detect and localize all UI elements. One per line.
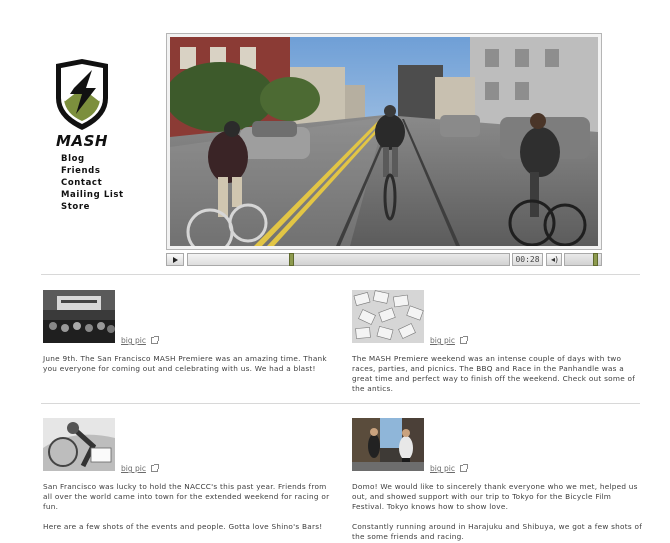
time-display: 00:28 <box>512 253 543 266</box>
nav-item-mailing-list[interactable]: Mailing List <box>61 189 124 201</box>
big-pic-link[interactable]: big pic <box>121 464 159 473</box>
post-thumbnail[interactable] <box>352 290 424 343</box>
nav-item-contact[interactable]: Contact <box>61 177 124 189</box>
premiere-marquee-image <box>43 290 115 343</box>
post-paragraph: June 9th. The San Francisco MASH Premier… <box>43 354 327 373</box>
big-pic-link[interactable]: big pic <box>121 336 159 345</box>
tokyo-riders-image <box>352 418 424 471</box>
big-pic-link[interactable]: big pic <box>430 464 468 473</box>
volume-slider[interactable] <box>564 253 602 266</box>
post-paragraph: The MASH Premiere weekend was an intense… <box>352 354 636 393</box>
post-text: The MASH Premiere weekend was an intense… <box>352 354 644 394</box>
big-pic-label: big pic <box>430 464 455 473</box>
post-thumbnail[interactable] <box>43 290 115 343</box>
external-link-icon <box>459 336 468 344</box>
post-thumbnail[interactable] <box>352 418 424 471</box>
post-text: San Francisco was lucky to hold the NACC… <box>43 482 335 532</box>
volume-handle[interactable] <box>593 253 598 266</box>
mash-logo[interactable]: MASH <box>52 58 112 150</box>
naccc-rider-image <box>43 418 115 471</box>
big-pic-label: big pic <box>121 464 146 473</box>
volume-icon: ◂) <box>551 255 559 264</box>
external-link-icon <box>459 464 468 472</box>
nav-item-friends[interactable]: Friends <box>61 165 124 177</box>
post-text: Domo! We would like to sincerely thank e… <box>352 482 644 542</box>
mash-shield-logo-icon <box>56 59 108 130</box>
big-pic-label: big pic <box>121 336 146 345</box>
seek-handle[interactable] <box>289 253 294 266</box>
post-paragraph: Domo! We would like to sincerely thank e… <box>352 482 638 511</box>
seek-bar[interactable] <box>187 253 510 266</box>
logo-wordmark: MASH <box>56 132 108 150</box>
post-text: June 9th. The San Francisco MASH Premier… <box>43 354 335 374</box>
news-item: big pic The MASH Premiere weekend was an… <box>352 290 642 400</box>
play-icon <box>173 257 178 263</box>
play-button[interactable] <box>166 253 184 266</box>
news-item: big pic San Francisco was lucky to hold … <box>43 418 333 543</box>
main-nav: Blog Friends Contact Mailing List Store <box>61 153 124 213</box>
external-link-icon <box>150 336 159 344</box>
post-paragraph: Constantly running around in Harajuku an… <box>352 522 643 541</box>
seek-bar-played <box>188 254 291 265</box>
divider <box>41 403 640 404</box>
external-link-icon <box>150 464 159 472</box>
big-pic-label: big pic <box>430 336 455 345</box>
volume-button[interactable]: ◂) <box>546 253 562 266</box>
cyclists-street-scene <box>170 37 598 246</box>
race-manifests-image <box>352 290 424 343</box>
video-player[interactable] <box>166 33 602 250</box>
big-pic-link[interactable]: big pic <box>430 336 468 345</box>
video-frame-image[interactable] <box>170 37 598 246</box>
post-paragraph: Here are a few shots of the events and p… <box>43 522 323 531</box>
news-item: big pic Domo! We would like to sincerely… <box>352 418 642 543</box>
post-thumbnail[interactable] <box>43 418 115 471</box>
nav-item-store[interactable]: Store <box>61 201 124 213</box>
video-controls: 00:28 ◂) <box>166 253 602 266</box>
news-item: big pic June 9th. The San Francisco MASH… <box>43 290 333 400</box>
post-paragraph: San Francisco was lucky to hold the NACC… <box>43 482 330 511</box>
divider <box>41 274 640 275</box>
nav-item-blog[interactable]: Blog <box>61 153 124 165</box>
